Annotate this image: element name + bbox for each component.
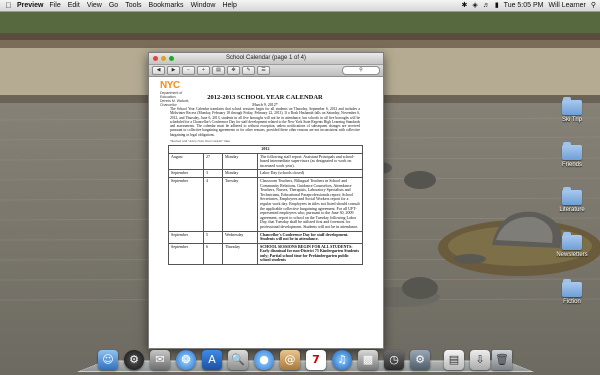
- menu-go[interactable]: Go: [109, 0, 118, 11]
- itunes-icon[interactable]: ♫: [332, 350, 352, 370]
- bluetooth-icon[interactable]: ✱: [462, 0, 468, 11]
- menu-bar:  Preview File Edit View Go Tools Bookma…: [0, 0, 600, 12]
- window-toolbar: ◀ ▶ − + ▤ ✥ ✎ ☰ ⚲: [149, 65, 383, 77]
- zoom-out-button[interactable]: −: [182, 66, 195, 75]
- cell-event: Chancellor's Conference Day for staff de…: [257, 230, 363, 244]
- sidebar-button[interactable]: ☰: [257, 66, 270, 75]
- ichat-icon[interactable]: ●: [254, 350, 274, 370]
- folder-icon: [562, 97, 582, 115]
- calendar-icon[interactable]: 7: [306, 350, 326, 370]
- cell-month: September: [168, 230, 204, 244]
- folder-label: Fiction: [563, 299, 581, 305]
- cell-day: 4: [203, 176, 223, 232]
- cell-weekday: Monday: [222, 152, 258, 171]
- folder-icon: [562, 232, 582, 250]
- mail-icon[interactable]: ✉: [150, 350, 170, 370]
- time-machine-icon[interactable]: ◷: [384, 350, 404, 370]
- window-titlebar[interactable]: School Calendar (page 1 of 4): [149, 53, 383, 65]
- folder-icon: [562, 142, 582, 160]
- minimize-button[interactable]: [161, 56, 166, 61]
- cell-month: September: [168, 169, 204, 178]
- zoom-button[interactable]: [169, 56, 174, 61]
- battery-icon[interactable]: ▮: [495, 0, 499, 11]
- wifi-icon[interactable]: ◈: [472, 0, 477, 11]
- document-note[interactable]: *Revised with "Add to Your Own Calendar"…: [170, 139, 230, 143]
- desktop-folder[interactable]: Newsletters: [552, 232, 592, 258]
- finder-icon[interactable]: ☺: [98, 350, 118, 370]
- documents-stack-icon[interactable]: ▤: [444, 350, 464, 370]
- desktop-folder[interactable]: Literature: [552, 187, 592, 213]
- menu-window[interactable]: Window: [191, 0, 216, 11]
- spotlight-icon[interactable]: ⚲: [591, 0, 596, 11]
- folder-label: Literature: [559, 207, 585, 213]
- zoom-in-button[interactable]: +: [197, 66, 210, 75]
- app-store-icon[interactable]: A: [202, 350, 222, 370]
- annotate-button[interactable]: ✎: [242, 66, 255, 75]
- menu-bookmarks[interactable]: Bookmarks: [149, 0, 184, 11]
- table-row: September 6 Thursday SCHOOL SESSIONS BEG…: [168, 242, 363, 266]
- volume-icon[interactable]: ♬: [483, 0, 490, 11]
- menu-edit[interactable]: Edit: [68, 0, 80, 11]
- table-row: September 3 Monday Labor Day (schools cl…: [168, 169, 363, 178]
- cell-event: SCHOOL SESSIONS BEGIN FOR ALL STUDENTS: …: [257, 242, 363, 266]
- menu-file[interactable]: File: [49, 0, 60, 11]
- move-tool-button[interactable]: ✥: [227, 66, 240, 75]
- cell-weekday: Thursday: [222, 242, 258, 266]
- cell-month: September: [168, 176, 204, 232]
- preview-icon[interactable]: 🔍: [228, 350, 248, 370]
- previous-page-button[interactable]: ◀: [152, 66, 165, 75]
- cell-month: September: [168, 242, 204, 266]
- address-book-icon[interactable]: @: [280, 350, 300, 370]
- cell-day: 5: [203, 230, 223, 244]
- folder-label: Newsletters: [556, 252, 588, 258]
- cell-weekday: Wednesday: [222, 230, 258, 244]
- apple-menu-icon[interactable]: : [4, 0, 13, 11]
- logo-text: NYC: [160, 80, 180, 91]
- cell-event: The following staff report: Assistant Pr…: [257, 152, 363, 171]
- table-row: September 5 Wednesday Chancellor's Confe…: [168, 230, 363, 244]
- cell-month: August: [168, 152, 204, 171]
- system-preferences-icon[interactable]: ⚙: [410, 350, 430, 370]
- dock: ☺ ⚙ ✉ ❂ A 🔍 ● @ 7 ♫ ▩ ◷ ⚙ ▤ ⇩ 🗑: [76, 345, 535, 375]
- desktop-folder[interactable]: Ski Trip: [552, 97, 592, 123]
- next-page-button[interactable]: ▶: [167, 66, 180, 75]
- document-title: 2012-2013 SCHOOL YEAR CALENDAR: [207, 94, 323, 101]
- menu-tools[interactable]: Tools: [125, 0, 141, 11]
- document-page: NYC Department of Education Dennis M. Wa…: [154, 77, 376, 345]
- iphoto-icon[interactable]: ▩: [358, 350, 378, 370]
- menu-help[interactable]: Help: [222, 0, 236, 11]
- folder-label: Friends: [561, 162, 582, 168]
- calendar-table: 2012 August 27 Monday The following staf…: [168, 145, 363, 266]
- close-button[interactable]: [153, 56, 158, 61]
- menu-app-name[interactable]: Preview: [17, 0, 43, 11]
- cell-day: 3: [203, 169, 223, 178]
- table-row: 2012: [168, 145, 363, 154]
- search-input[interactable]: ⚲: [342, 66, 380, 75]
- desktop-folder[interactable]: Fiction: [552, 279, 592, 305]
- cell-day: 27: [203, 152, 223, 171]
- cell-event: Labor Day (schools closed): [257, 169, 363, 178]
- folder-label: Ski Trip: [561, 117, 582, 123]
- cell-weekday: Monday: [222, 169, 258, 178]
- safari-icon[interactable]: ❂: [176, 350, 196, 370]
- folder-icon: [562, 187, 582, 205]
- view-mode-button[interactable]: ▤: [212, 66, 225, 75]
- folder-icon: [562, 279, 582, 297]
- table-row: September 4 Tuesday Classroom Teachers, …: [168, 176, 363, 232]
- table-row: August 27 Monday The following staff rep…: [168, 152, 363, 171]
- table-year-header: 2012: [168, 145, 363, 154]
- menu-clock[interactable]: Tue 5:05 PM: [504, 0, 544, 11]
- trash-icon[interactable]: 🗑: [492, 350, 512, 370]
- dashboard-icon[interactable]: ⚙: [124, 350, 144, 370]
- window-title: School Calendar (page 1 of 4): [225, 55, 307, 61]
- menu-view[interactable]: View: [87, 0, 102, 11]
- cell-weekday: Tuesday: [222, 176, 258, 232]
- desktop-folder[interactable]: Friends: [552, 142, 592, 168]
- menu-user[interactable]: Will Learner: [549, 0, 586, 11]
- downloads-stack-icon[interactable]: ⇩: [470, 350, 490, 370]
- cell-day: 6: [203, 242, 223, 266]
- document-intro: The School Year Calendar translates that…: [170, 107, 360, 137]
- preview-window: School Calendar (page 1 of 4) ◀ ▶ − + ▤ …: [148, 52, 384, 349]
- cell-event: Classroom Teachers, Bilingual Teachers i…: [257, 176, 363, 232]
